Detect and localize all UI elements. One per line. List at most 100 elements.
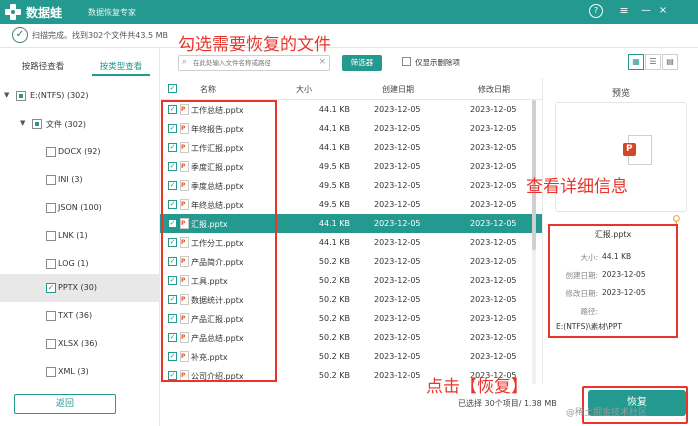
tree-checkbox[interactable] <box>46 367 56 377</box>
column-header-size[interactable]: 大小 <box>296 84 312 95</box>
file-size: 44.1 KB <box>318 143 350 152</box>
selection-info: 已选择 30个项目/ 1.38 MB <box>458 399 557 408</box>
menu-button[interactable]: ≡ <box>617 4 631 18</box>
sidebar-tabs: 按路径查看 按类型查看 <box>0 58 160 76</box>
tab-by-type[interactable]: 按类型查看 <box>92 58 150 76</box>
file-size: 49.5 KB <box>318 181 350 190</box>
minimize-button[interactable]: — <box>639 4 653 18</box>
modified-date: 2023-12-05 <box>470 143 517 152</box>
tree-item-docx[interactable]: DOCX (92) <box>0 138 160 166</box>
caret-down-icon[interactable]: ▼ <box>20 119 25 127</box>
modified-date: 2023-12-05 <box>470 181 517 190</box>
tree-item-pptx[interactable]: ✓ PPTX (30) <box>0 274 160 302</box>
file-size: 49.5 KB <box>318 200 350 209</box>
file-size: 44.1 KB <box>318 124 350 133</box>
tree-item-json[interactable]: JSON (100) <box>0 194 160 222</box>
file-size: 50.2 KB <box>318 276 350 285</box>
tree-checkbox[interactable] <box>46 203 56 213</box>
file-size: 50.2 KB <box>318 295 350 304</box>
file-size: 50.2 KB <box>318 371 350 380</box>
detail-key: 创建日期: <box>565 271 598 280</box>
tree-checkbox[interactable] <box>16 91 26 101</box>
created-date: 2023-12-05 <box>374 371 421 380</box>
modified-date: 2023-12-05 <box>470 162 517 171</box>
annotation-view-details: 查看详细信息 <box>526 177 628 197</box>
only-deleted-checkbox[interactable] <box>402 57 411 66</box>
created-date: 2023-12-05 <box>374 219 421 228</box>
detail-view-icon[interactable]: ▤ <box>662 54 678 70</box>
watermark: @稀土掘金技术社区 <box>566 408 648 418</box>
select-all-checkbox[interactable]: ✓ <box>168 84 177 93</box>
tree-item-label: LOG (1) <box>58 259 89 268</box>
tree-item-label: DOCX (92) <box>58 147 101 156</box>
tree-item-label: 文件 (302) <box>46 120 87 129</box>
tree-checkbox[interactable] <box>46 231 56 241</box>
preview-title: 预览 <box>611 89 630 99</box>
search-icon: ⌕ <box>182 57 188 67</box>
created-date: 2023-12-05 <box>374 276 421 285</box>
created-date: 2023-12-05 <box>374 200 421 209</box>
view-mode-group: ▦ ☰ ▤ <box>628 54 678 70</box>
sidebar: 按路径查看 按类型查看 ▼ E:(NTFS) (302) ▼ 文件 (302) … <box>0 48 160 426</box>
grid-view-icon[interactable]: ▦ <box>628 54 644 70</box>
created-date: 2023-12-05 <box>374 257 421 266</box>
tree-checkbox[interactable] <box>46 311 56 321</box>
tree-item-label: INI (3) <box>58 175 83 184</box>
help-button[interactable]: ? <box>589 4 603 18</box>
column-header-name[interactable]: 名称 <box>200 84 216 95</box>
detail-value: 2023-12-05 <box>602 288 646 297</box>
tree-checkbox[interactable] <box>46 259 56 269</box>
table-header: ✓ 名称 大小 创建日期 修改日期 <box>160 78 542 100</box>
tree-item-label: E:(NTFS) (302) <box>30 91 89 100</box>
back-button[interactable]: 返回 <box>14 394 116 414</box>
tree-checkbox[interactable] <box>46 175 56 185</box>
tree-item-txt[interactable]: TXT (36) <box>0 302 160 330</box>
modified-date: 2023-12-05 <box>470 124 517 133</box>
created-date: 2023-12-05 <box>374 352 421 361</box>
tree-checkbox[interactable] <box>46 339 56 349</box>
tree-item-label: TXT (36) <box>58 311 93 320</box>
detail-key: 大小: <box>580 253 598 262</box>
tree-item-folder[interactable]: ▼ 文件 (302) <box>0 110 160 138</box>
modified-date: 2023-12-05 <box>470 276 517 285</box>
search-box[interactable]: ⌕ × <box>178 55 330 71</box>
tree-item-label: XLSX (36) <box>58 339 98 348</box>
tree-checkbox[interactable] <box>46 147 56 157</box>
created-date: 2023-12-05 <box>374 181 421 190</box>
tree-checkbox[interactable] <box>32 119 42 129</box>
close-button[interactable]: × <box>656 4 670 18</box>
search-input[interactable] <box>193 56 313 70</box>
tree-item-ini[interactable]: INI (3) <box>0 166 160 194</box>
app-subtitle: 数据恢复专家 <box>88 8 136 17</box>
modified-date: 2023-12-05 <box>470 295 517 304</box>
modified-date: 2023-12-05 <box>470 238 517 247</box>
created-date: 2023-12-05 <box>374 295 421 304</box>
table-scrollbar[interactable] <box>532 100 536 384</box>
column-header-modified[interactable]: 修改日期 <box>478 84 510 95</box>
detail-key: 修改日期: <box>565 289 598 298</box>
tree-item-lnk[interactable]: LNK (1) <box>0 222 160 250</box>
detail-path-value: E:(NTFS)\素材\PPT <box>556 322 622 331</box>
check-circle-icon: ✓ <box>12 27 28 43</box>
tab-by-path[interactable]: 按路径查看 <box>14 58 72 76</box>
column-header-created[interactable]: 创建日期 <box>382 84 414 95</box>
scan-status-text: 扫描完成。找到302个文件共43.5 MB <box>32 31 169 40</box>
modified-date: 2023-12-05 <box>470 333 517 342</box>
tree-item-xml[interactable]: XML (3) <box>0 358 160 386</box>
file-size: 44.1 KB <box>318 105 350 114</box>
created-date: 2023-12-05 <box>374 162 421 171</box>
modified-date: 2023-12-05 <box>470 352 517 361</box>
list-view-icon[interactable]: ☰ <box>645 54 661 70</box>
app-logo-icon <box>5 4 21 20</box>
tree-item-xlsx[interactable]: XLSX (36) <box>0 330 160 358</box>
tree-checkbox[interactable]: ✓ <box>46 283 56 293</box>
filter-button[interactable]: 筛选器 <box>342 55 382 71</box>
caret-down-icon[interactable]: ▼ <box>4 91 9 99</box>
file-size: 50.2 KB <box>318 314 350 323</box>
clear-icon[interactable]: × <box>318 57 326 67</box>
modified-date: 2023-12-05 <box>470 257 517 266</box>
scan-status-bar: ✓ 扫描完成。找到302个文件共43.5 MB <box>0 24 698 48</box>
tree-item-drive[interactable]: ▼ E:(NTFS) (302) <box>0 82 160 110</box>
created-date: 2023-12-05 <box>374 314 421 323</box>
file-size: 50.2 KB <box>318 352 350 361</box>
